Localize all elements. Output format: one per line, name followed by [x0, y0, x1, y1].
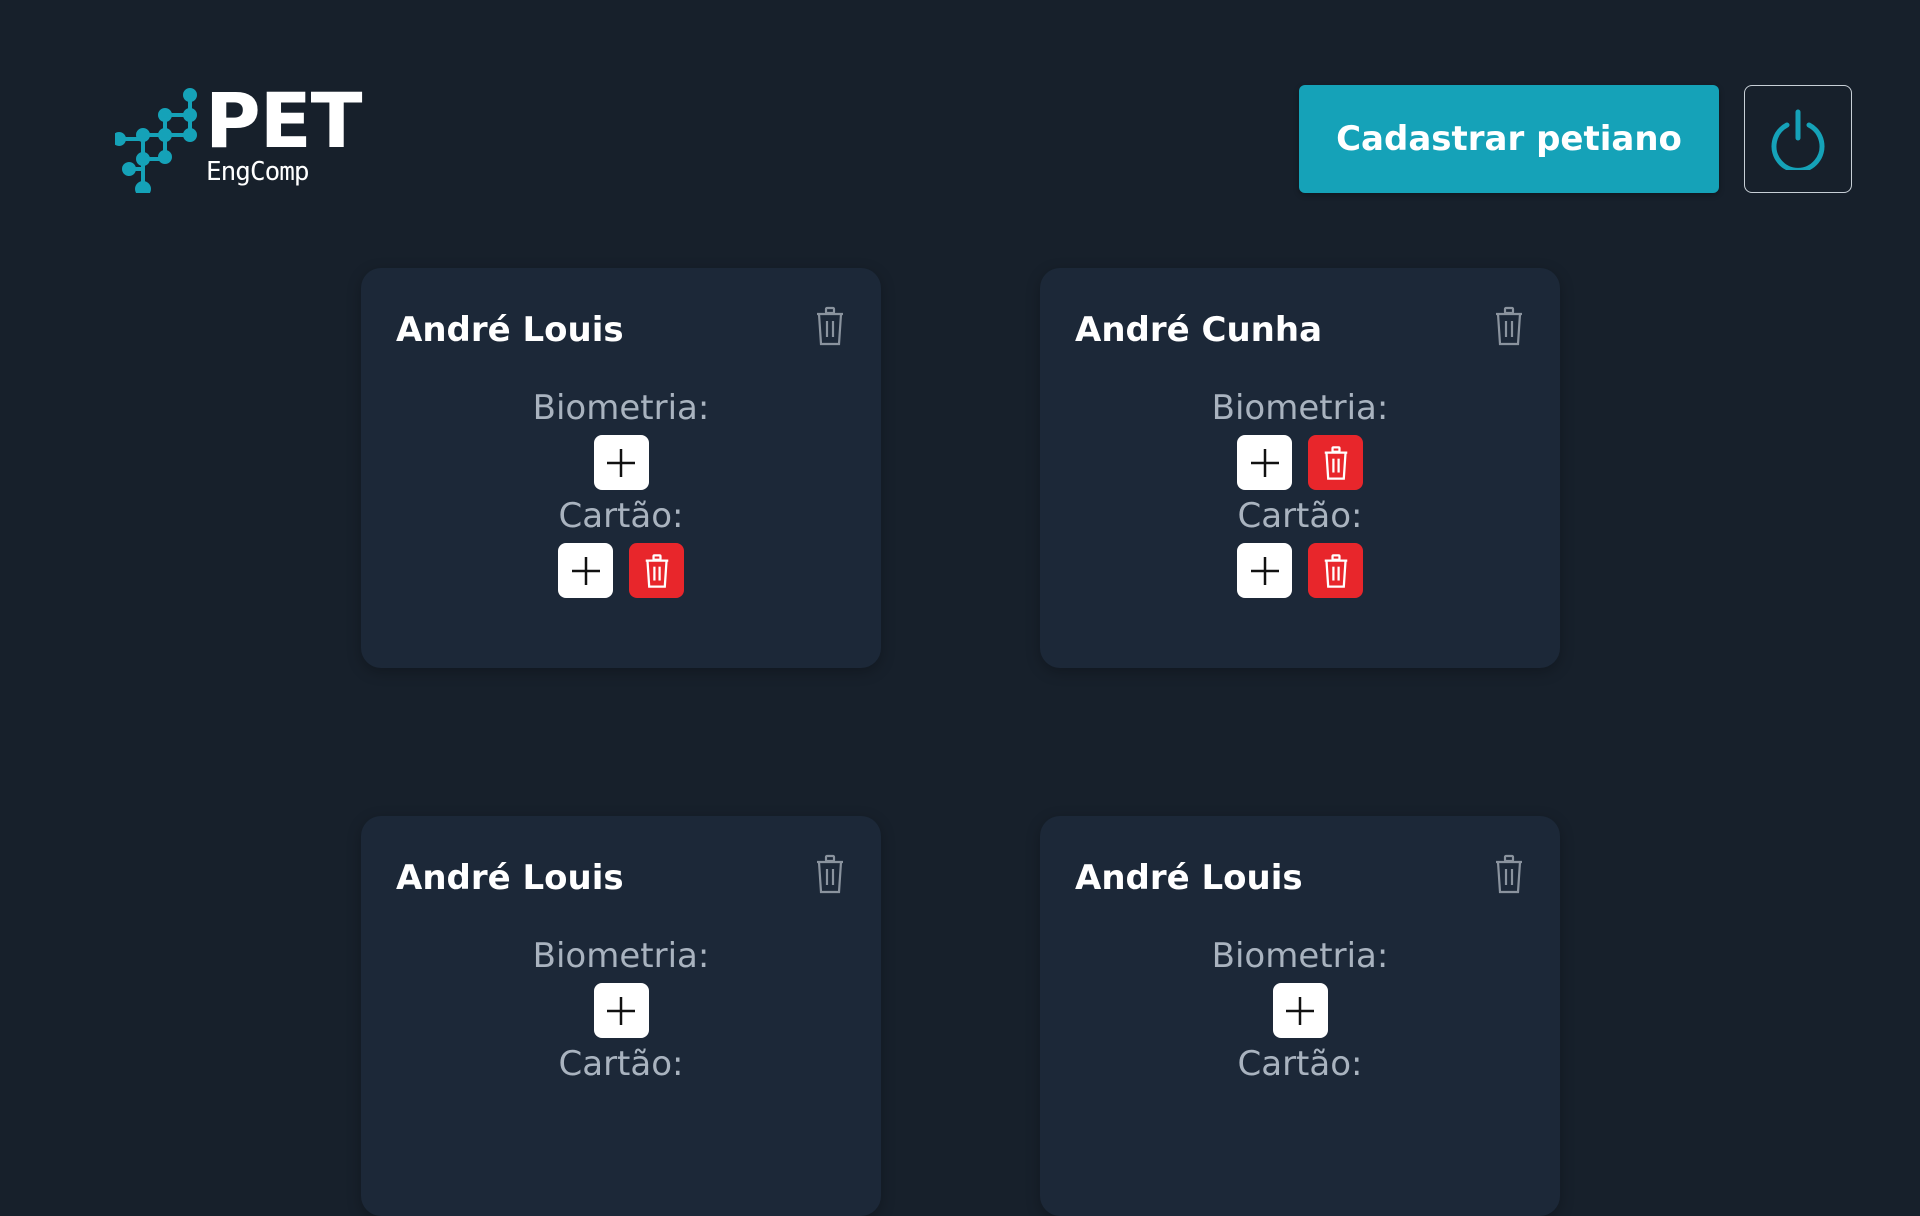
delete-member-button[interactable] — [1492, 304, 1526, 348]
pet-engcomp-logo: PET EngComp UFES — [115, 83, 362, 193]
remove-cartao-button[interactable] — [629, 543, 684, 598]
biometria-actions — [1040, 435, 1560, 490]
biometria-label: Biometria: — [532, 936, 710, 976]
plus-icon — [1250, 448, 1279, 477]
member-card: André Louis Biometria: Cartão: — [361, 268, 881, 668]
biometria-label: Biometria: — [532, 388, 710, 428]
trash-icon — [1324, 553, 1347, 588]
remove-cartao-button[interactable] — [1308, 543, 1363, 598]
logo-subtitle: EngComp — [206, 157, 310, 187]
cartao-label: Cartão: — [1237, 496, 1363, 536]
biometria-actions — [1040, 983, 1560, 1038]
trash-icon — [1324, 445, 1347, 480]
plus-icon — [607, 996, 635, 1025]
add-biometria-button[interactable] — [1272, 983, 1328, 1038]
trash-icon — [645, 553, 668, 588]
plus-icon — [607, 448, 635, 477]
plus-icon — [571, 556, 600, 585]
remove-biometria-button[interactable] — [1308, 435, 1363, 490]
logout-button[interactable] — [1744, 85, 1852, 193]
member-name: André Cunha — [1075, 310, 1323, 350]
add-biometria-button[interactable] — [593, 435, 649, 490]
biometria-label: Biometria: — [1211, 388, 1389, 428]
trash-icon — [817, 854, 843, 894]
power-icon — [1771, 109, 1825, 170]
biometria-actions — [361, 983, 881, 1038]
logo-tag: UFES — [329, 107, 340, 135]
add-cartao-button[interactable] — [558, 543, 613, 598]
add-biometria-button[interactable] — [1237, 435, 1292, 490]
delete-member-button[interactable] — [813, 852, 847, 896]
member-card: André Cunha Biometria: Cartão: — [1040, 268, 1560, 668]
cartao-actions — [1040, 543, 1560, 598]
delete-member-button[interactable] — [813, 304, 847, 348]
cartao-label: Cartão: — [558, 496, 684, 536]
plus-icon — [1286, 996, 1314, 1025]
add-cartao-button[interactable] — [1237, 543, 1292, 598]
member-name: André Louis — [396, 858, 624, 898]
network-icon — [115, 88, 197, 193]
member-name: André Louis — [396, 310, 624, 350]
trash-icon — [817, 306, 843, 346]
add-biometria-button[interactable] — [593, 983, 649, 1038]
member-card: André Louis Biometria: Cartão: — [1040, 816, 1560, 1216]
member-name: André Louis — [1075, 858, 1303, 898]
plus-icon — [1250, 556, 1279, 585]
biometria-label: Biometria: — [1211, 936, 1389, 976]
cartao-label: Cartão: — [558, 1044, 684, 1084]
register-member-button[interactable]: Cadastrar petiano — [1299, 85, 1719, 193]
cartao-actions — [361, 543, 881, 598]
cartao-label: Cartão: — [1237, 1044, 1363, 1084]
trash-icon — [1496, 306, 1522, 346]
member-card: André Louis Biometria: Cartão: — [361, 816, 881, 1216]
biometria-actions — [361, 435, 881, 490]
delete-member-button[interactable] — [1492, 852, 1526, 896]
trash-icon — [1496, 854, 1522, 894]
